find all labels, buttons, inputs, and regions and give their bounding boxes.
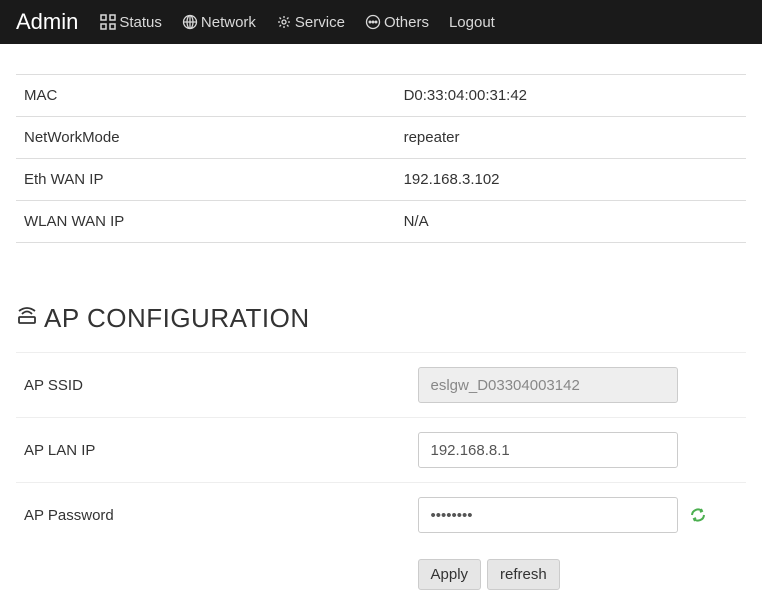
form-control-wrap: [418, 432, 747, 468]
globe-icon: [182, 14, 198, 30]
info-value: 192.168.3.102: [396, 159, 746, 200]
navbar: Admin Status Network Service: [0, 0, 762, 44]
info-value: D0:33:04:00:31:42: [396, 75, 746, 116]
main-content: MAC D0:33:04:00:31:42 NetWorkMode repeat…: [16, 44, 746, 602]
button-row: Apply refresh: [16, 547, 746, 602]
info-label: MAC: [16, 75, 396, 116]
form-label: AP SSID: [16, 377, 418, 394]
ellipsis-icon: [365, 14, 381, 30]
form-label: AP LAN IP: [16, 442, 418, 459]
refresh-button[interactable]: refresh: [487, 559, 560, 590]
nav-label: Others: [384, 14, 429, 31]
nav-network[interactable]: Network: [172, 0, 266, 44]
info-label: Eth WAN IP: [16, 159, 396, 200]
info-row-eth-wan-ip: Eth WAN IP 192.168.3.102: [16, 158, 746, 200]
apply-button[interactable]: Apply: [418, 559, 482, 590]
form-control-wrap: [418, 497, 747, 533]
ap-ssid-input: [418, 367, 678, 403]
info-row-networkmode: NetWorkMode repeater: [16, 116, 746, 158]
gear-icon: [276, 14, 292, 30]
info-value: repeater: [396, 117, 746, 158]
dashboard-icon: [100, 14, 116, 30]
nav-others[interactable]: Others: [355, 0, 439, 44]
form-row-ssid: AP SSID: [16, 352, 746, 417]
nav-label: Network: [201, 14, 256, 31]
nav-label: Service: [295, 14, 345, 31]
info-label: WLAN WAN IP: [16, 201, 396, 242]
section-title-text: AP CONFIGURATION: [44, 303, 310, 334]
info-row-wlan-wan-ip: WLAN WAN IP N/A: [16, 200, 746, 243]
ap-lanip-input[interactable]: [418, 432, 678, 468]
form-control-wrap: [418, 367, 747, 403]
form-row-password: AP Password: [16, 482, 746, 547]
info-table: MAC D0:33:04:00:31:42 NetWorkMode repeat…: [16, 74, 746, 243]
info-row-mac: MAC D0:33:04:00:31:42: [16, 74, 746, 116]
info-value: N/A: [396, 201, 746, 242]
nav-logout[interactable]: Logout: [439, 0, 505, 44]
form-label: AP Password: [16, 507, 418, 524]
nav-status[interactable]: Status: [90, 0, 172, 44]
form-row-lanip: AP LAN IP: [16, 417, 746, 482]
router-icon: [16, 303, 44, 334]
nav-label: Status: [119, 14, 162, 31]
brand[interactable]: Admin: [12, 9, 90, 35]
nav-service[interactable]: Service: [266, 0, 355, 44]
nav-label: Logout: [449, 14, 495, 31]
info-label: NetWorkMode: [16, 117, 396, 158]
section-title-ap-config: AP CONFIGURATION: [16, 303, 746, 334]
regenerate-password-icon[interactable]: [690, 507, 706, 523]
ap-password-input[interactable]: [418, 497, 678, 533]
